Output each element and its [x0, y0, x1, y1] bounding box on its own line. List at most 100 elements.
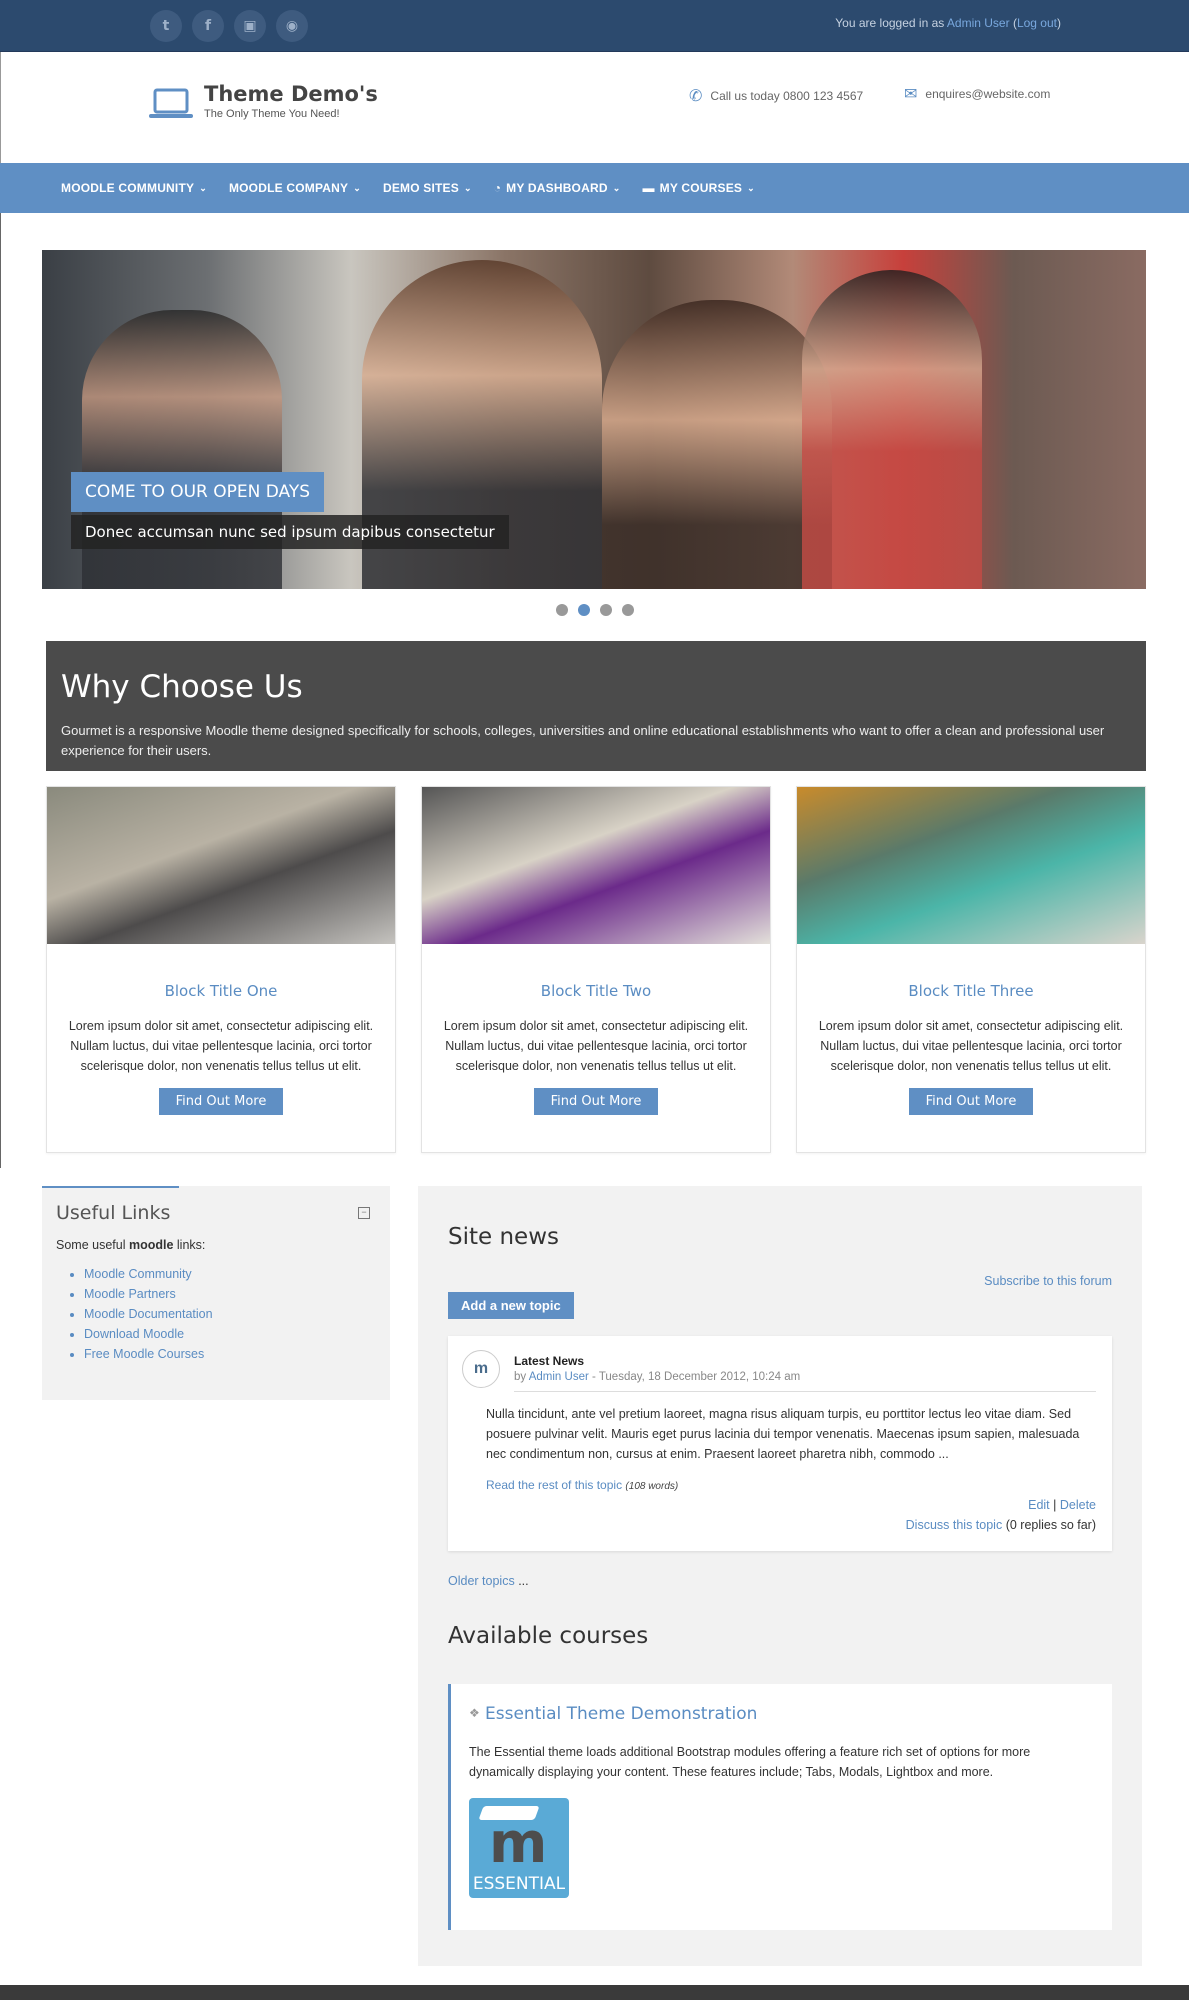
site-news-title: Site news [448, 1224, 559, 1250]
useful-links-list: Moodle Community Moodle Partners Moodle … [84, 1264, 376, 1364]
read-more: Read the rest of this topic (108 words) [486, 1478, 678, 1492]
feature-block: Block Title One Lorem ipsum dolor sit am… [46, 786, 396, 1153]
nav-my-courses[interactable]: ▬ MY COURSES ⌄ [642, 181, 754, 195]
link-moodle-community[interactable]: Moodle Community [84, 1267, 192, 1281]
hero-slider[interactable]: COME TO OUR OPEN DAYS Donec accumsan nun… [42, 250, 1146, 589]
login-prefix: You are logged in as [835, 16, 945, 30]
discuss-row: Discuss this topic (0 replies so far) [906, 1518, 1096, 1532]
login-info: You are logged in as Admin User (Log out… [835, 16, 1061, 30]
post-actions: Edit | Delete [1028, 1498, 1096, 1512]
block-title: Block Title One [164, 982, 278, 1000]
chevron-down-icon: ⌄ [463, 182, 472, 193]
block-accent-bar [42, 1186, 179, 1188]
chevron-down-icon: ⌄ [747, 182, 755, 193]
nav-label: MOODLE COMMUNITY [61, 181, 195, 195]
discuss-link[interactable]: Discuss this topic [906, 1518, 1003, 1532]
intro-suffix: links: [176, 1238, 206, 1252]
phone-text: Call us today 0800 123 4567 [710, 89, 864, 103]
older-topics: Older topics ... [448, 1574, 529, 1588]
slide-indicator-1[interactable] [555, 604, 568, 616]
twitter-icon[interactable]: t [150, 10, 182, 42]
list-item[interactable]: Moodle Community [84, 1264, 376, 1284]
logout-link[interactable]: Log out [1017, 16, 1057, 30]
delete-link[interactable]: Delete [1060, 1498, 1096, 1512]
author-link[interactable]: Admin User [529, 1371, 589, 1383]
footer [0, 1985, 1189, 2000]
site-subtitle: The Only Theme You Need! [204, 108, 340, 120]
moodle-m-icon: m [489, 1811, 548, 1876]
find-out-more-button[interactable]: Find Out More [158, 1088, 284, 1115]
link-moodle-documentation[interactable]: Moodle Documentation [84, 1307, 213, 1321]
course-logo[interactable]: m ESSENTIAL [469, 1798, 569, 1898]
list-item[interactable]: Moodle Documentation [84, 1304, 376, 1324]
site-header: Theme Demo's The Only Theme You Need! ✆ … [0, 52, 1189, 163]
add-topic-button[interactable]: Add a new topic [448, 1292, 574, 1319]
main-content: Site news Subscribe to this forum Add a … [418, 1186, 1142, 1966]
by-prefix: by [514, 1371, 527, 1383]
user-link[interactable]: Admin User [947, 16, 1010, 30]
laptop-icon[interactable] [147, 87, 195, 126]
globe-icon[interactable]: ◉ [276, 10, 308, 42]
subscribe-link[interactable]: Subscribe to this forum [984, 1274, 1112, 1288]
course-title-link[interactable]: Essential Theme Demonstration [485, 1704, 757, 1724]
feature-block: Block Title Three Lorem ipsum dolor sit … [796, 786, 1146, 1153]
course-description: The Essential theme loads additional Boo… [469, 1745, 1031, 1779]
why-title: Why Choose Us [61, 669, 303, 705]
link-moodle-partners[interactable]: Moodle Partners [84, 1287, 176, 1301]
intro-bold: moodle [128, 1238, 174, 1252]
slide-caption-text: Donec accumsan nunc sed ipsum dapibus co… [71, 515, 509, 549]
phone-icon: ✆ [689, 88, 703, 105]
link-free-moodle-courses[interactable]: Free Moodle Courses [84, 1347, 204, 1361]
nav-moodle-company[interactable]: MOODLE COMPANY ⌄ [229, 181, 361, 195]
chevron-down-icon: ⌄ [612, 182, 621, 193]
find-out-more-button[interactable]: Find Out More [908, 1088, 1034, 1115]
link-download-moodle[interactable]: Download Moodle [84, 1327, 184, 1341]
read-more-link[interactable]: Read the rest of this topic [486, 1478, 622, 1492]
nav-label: MY COURSES [659, 181, 743, 195]
older-topics-link[interactable]: Older topics [448, 1574, 515, 1588]
course-card: ❖ Essential Theme Demonstration The Esse… [448, 1684, 1112, 1930]
nav-label: MOODLE COMPANY [228, 181, 349, 195]
block-image [47, 787, 395, 944]
block-text: Lorem ipsum dolor sit amet, consectetur … [443, 1019, 749, 1073]
find-out-more-button[interactable]: Find Out More [533, 1088, 659, 1115]
list-item[interactable]: Download Moodle [84, 1324, 376, 1344]
slide-indicator-2[interactable] [577, 604, 590, 616]
edit-link[interactable]: Edit [1028, 1498, 1050, 1512]
email-contact[interactable]: ✉ enquires@website.com [904, 84, 1050, 104]
why-text: Gourmet is a responsive Moodle theme des… [61, 723, 1105, 758]
feature-block: Block Title Two Lorem ipsum dolor sit am… [421, 786, 771, 1153]
nav-my-dashboard[interactable]: ◔ MY DASHBOARD ⌄ [494, 181, 621, 195]
email-text[interactable]: enquires@website.com [925, 87, 1050, 101]
nav-moodle-community[interactable]: MOODLE COMMUNITY ⌄ [61, 181, 207, 195]
post-title: Latest News [514, 1354, 585, 1368]
top-bar: t f ▣ ◉ You are logged in as Admin User … [0, 0, 1189, 52]
block-text: Lorem ipsum dolor sit amet, consectetur … [818, 1019, 1124, 1073]
post-date: - Tuesday, 18 December 2012, 10:24 am [592, 1371, 801, 1383]
chevron-down-icon: ⌄ [353, 182, 361, 193]
slide-indicator-3[interactable] [599, 604, 612, 616]
block-top-rest [179, 1186, 390, 1188]
intro-prefix: Some useful [56, 1238, 126, 1252]
slide-indicator-4[interactable] [621, 604, 634, 616]
divider [514, 1391, 1096, 1392]
social-links: t f ▣ ◉ [150, 10, 308, 42]
facebook-icon[interactable]: f [192, 10, 224, 42]
main-nav: MOODLE COMMUNITY ⌄ MOODLE COMPANY ⌄ DEMO S… [0, 163, 1189, 213]
avatar[interactable]: m [462, 1350, 500, 1388]
course-icon: ❖ [469, 1706, 480, 1720]
nav-demo-sites[interactable]: DEMO SITES ⌄ [383, 181, 472, 195]
list-item[interactable]: Moodle Partners [84, 1284, 376, 1304]
why-choose-us: Why Choose Us Gourmet is a responsive Mo… [46, 641, 1146, 771]
flickr-icon[interactable]: ▣ [234, 10, 266, 42]
left-border [0, 213, 1, 1168]
slider-photo-figure [802, 270, 982, 589]
replies-count: (0 replies so far) [1005, 1518, 1096, 1532]
useful-links-title: Useful Links [56, 1202, 171, 1224]
list-item[interactable]: Free Moodle Courses [84, 1344, 376, 1364]
post-byline: by Admin User - Tuesday, 18 December 201… [514, 1371, 800, 1383]
feature-blocks: Block Title One Lorem ipsum dolor sit am… [46, 786, 1146, 1153]
collapse-icon[interactable]: − [358, 1207, 370, 1219]
slide-caption-title: COME TO OUR OPEN DAYS [71, 472, 325, 512]
site-title[interactable]: Theme Demo's [204, 82, 378, 106]
